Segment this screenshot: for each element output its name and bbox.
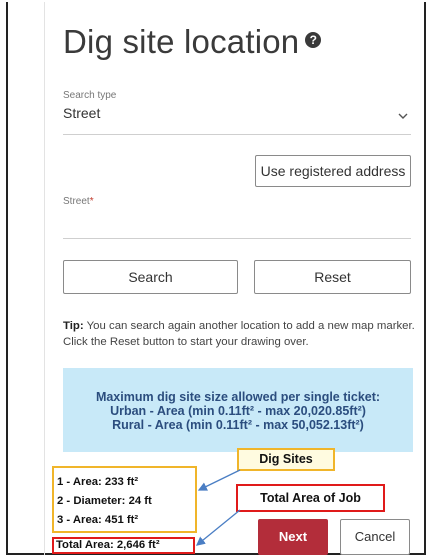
urban-limit: Urban - Area (min 0.11ft² - max 20,020.8… xyxy=(110,404,366,418)
dig-sites-list: 1 - Area: 233 ft² 2 - Diameter: 24 ft 3 … xyxy=(52,466,197,533)
list-item: 1 - Area: 233 ft² xyxy=(57,476,139,488)
required-mark: * xyxy=(89,196,94,207)
dig-sites-callout: Dig Sites xyxy=(237,448,335,471)
list-item: 3 - Area: 451 ft² xyxy=(57,514,139,526)
street-label-text: Street xyxy=(63,196,90,207)
use-registered-address-button[interactable]: Use registered address xyxy=(255,155,411,187)
tip-prefix: Tip: xyxy=(63,320,84,332)
help-icon[interactable]: ? xyxy=(305,32,322,49)
search-type-select[interactable]: Street xyxy=(63,100,411,135)
list-item: 2 - Diameter: 24 ft xyxy=(57,495,152,507)
street-label: Street* xyxy=(63,196,94,207)
chevron-down-icon xyxy=(398,113,408,119)
search-type-value: Street xyxy=(63,105,101,121)
tip-text: Tip: You can search again another locati… xyxy=(63,318,418,350)
size-limit-banner: Maximum dig site size allowed per single… xyxy=(63,368,413,452)
page-title: Dig site location? xyxy=(63,23,322,61)
next-button[interactable]: Next xyxy=(258,519,328,555)
rural-limit: Rural - Area (min 0.11ft² - max 50,052.1… xyxy=(112,418,364,432)
size-limit-heading: Maximum dig site size allowed per single… xyxy=(95,390,381,404)
page-title-text: Dig site location xyxy=(63,23,300,60)
search-button[interactable]: Search xyxy=(63,260,238,294)
panel-left-edge xyxy=(44,2,45,555)
reset-button[interactable]: Reset xyxy=(254,260,411,294)
tip-body: You can search again another location to… xyxy=(63,320,415,348)
street-input[interactable] xyxy=(63,238,411,239)
cancel-button[interactable]: Cancel xyxy=(340,519,410,555)
total-area-callout: Total Area of Job xyxy=(236,484,385,512)
total-area: Total Area: 2,646 ft² xyxy=(52,537,195,554)
